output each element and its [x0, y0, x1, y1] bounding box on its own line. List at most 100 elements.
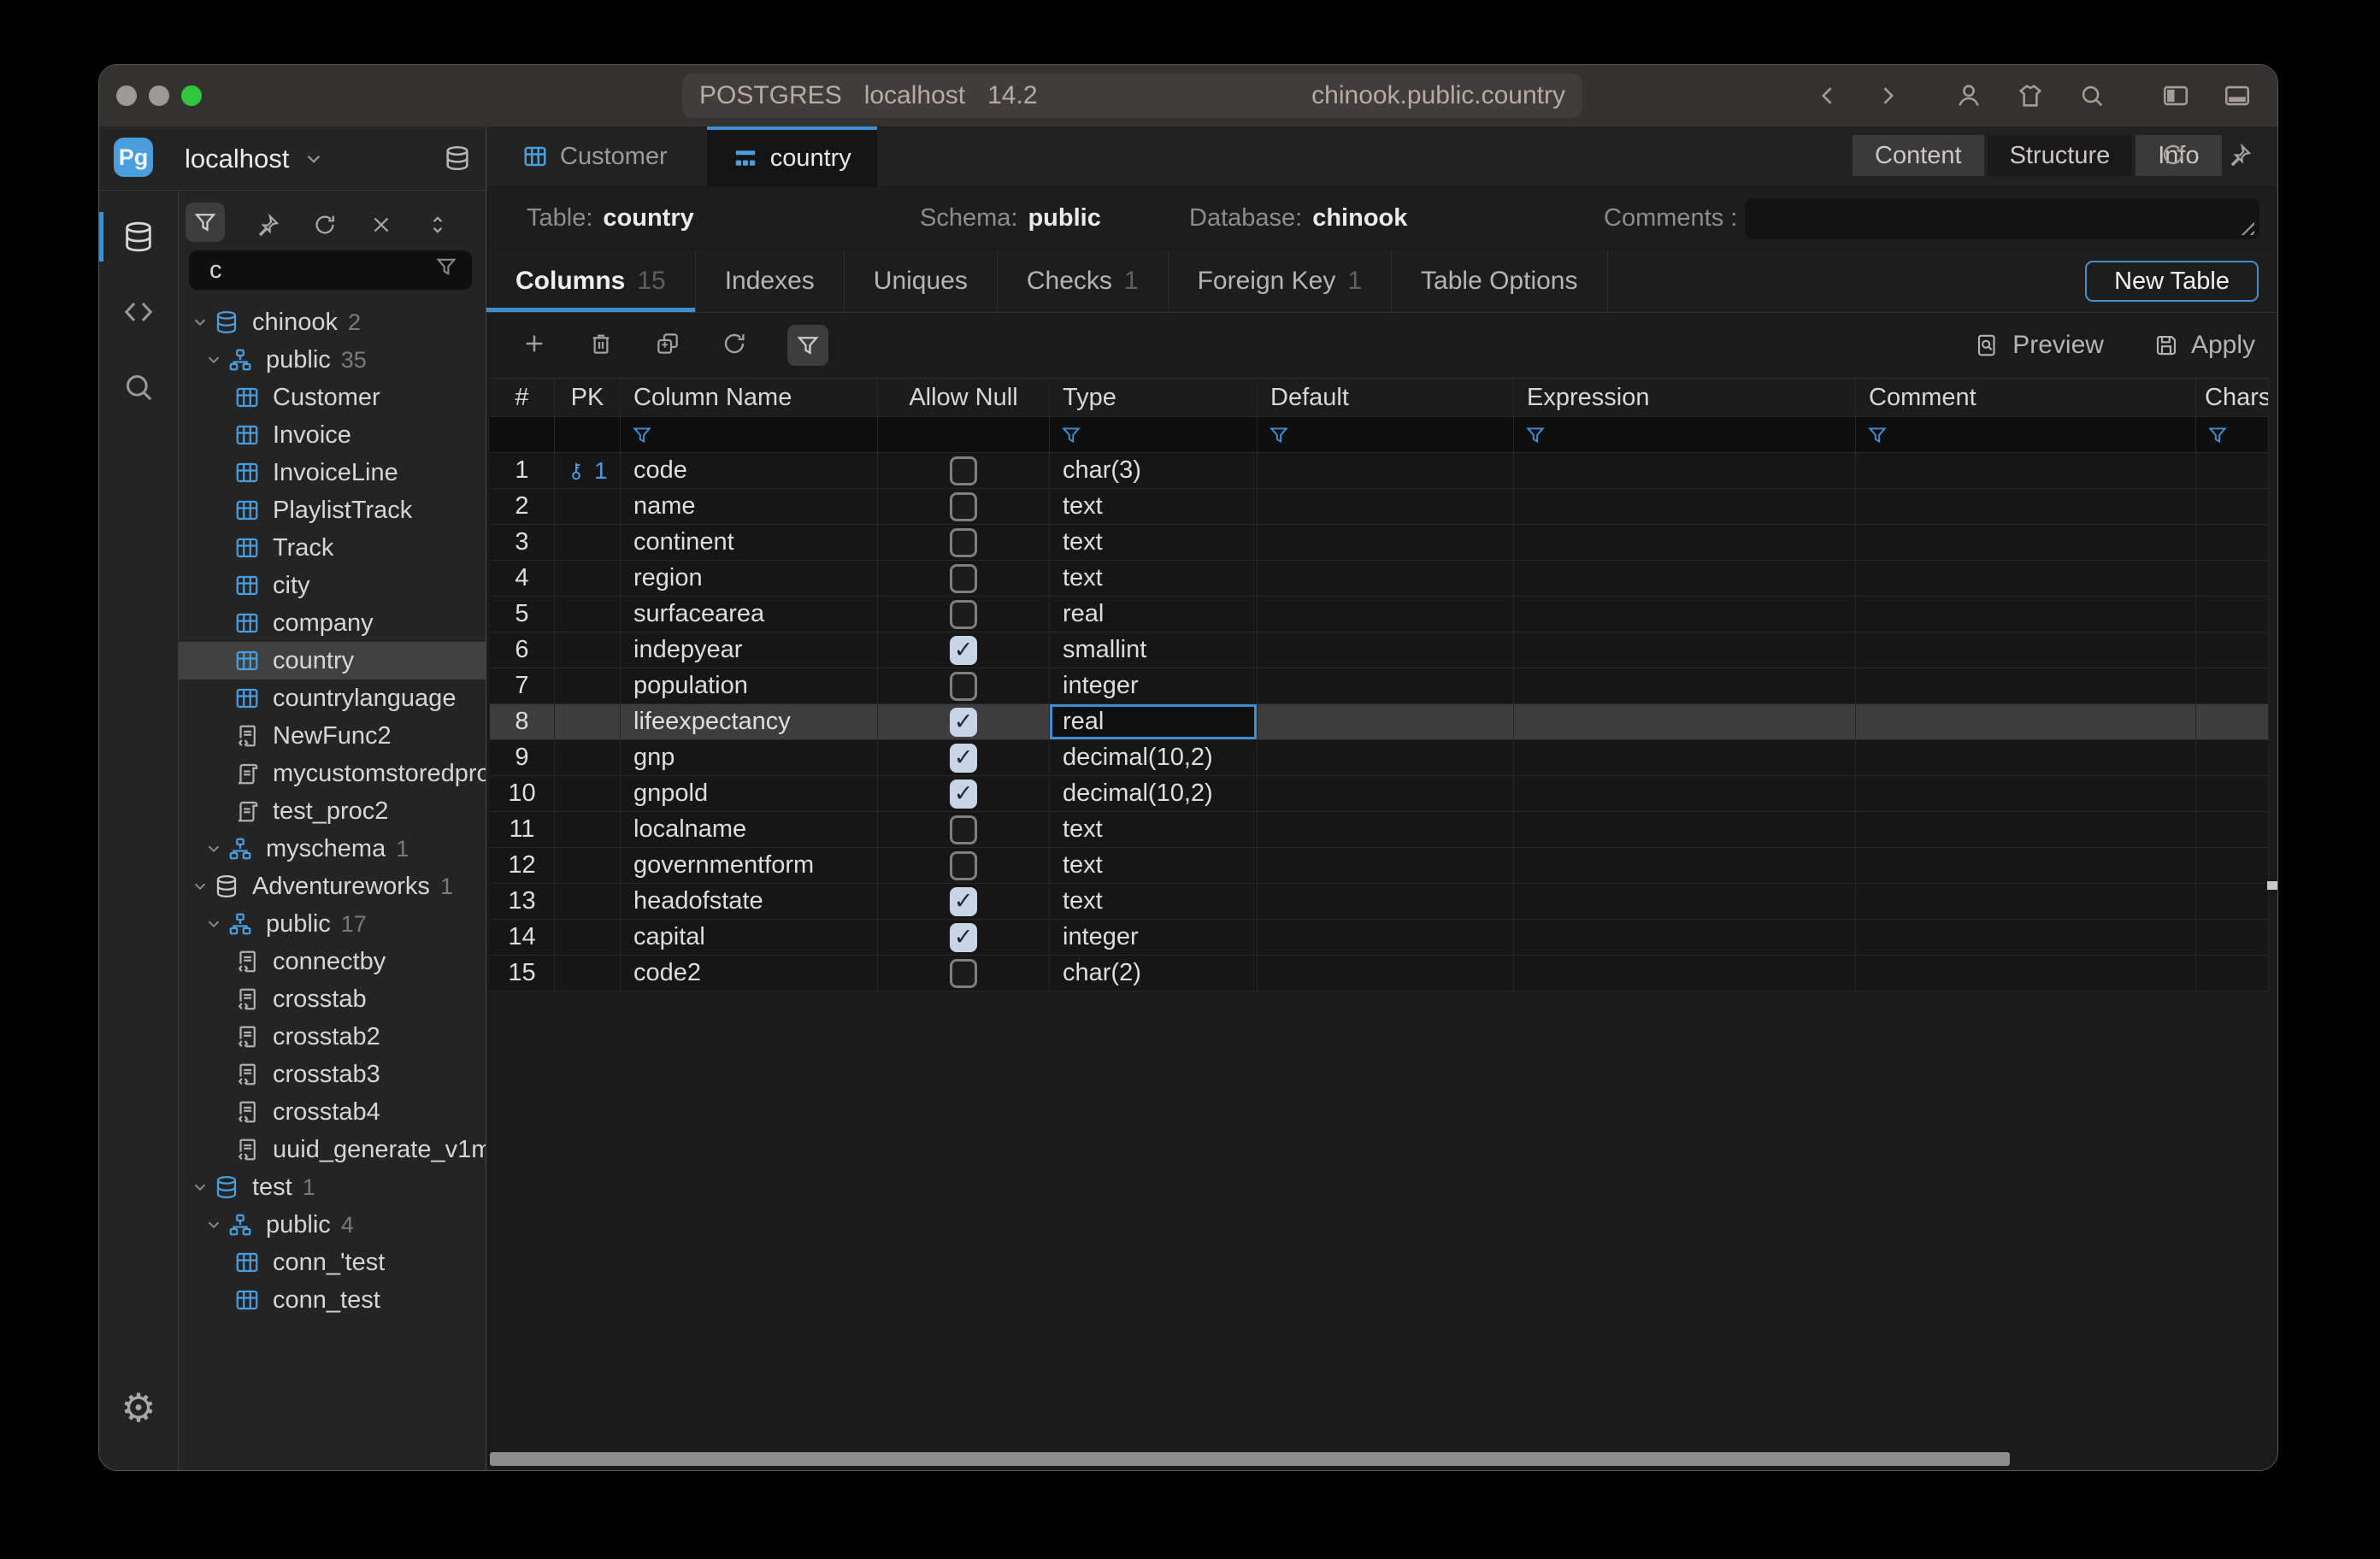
expression-cell[interactable] — [1514, 920, 1856, 956]
pk-cell[interactable] — [555, 848, 621, 884]
tree-item-track[interactable]: Track — [179, 529, 486, 567]
default-cell[interactable] — [1258, 597, 1514, 632]
comment-cell[interactable] — [1856, 632, 2196, 668]
type-cell[interactable]: char(2) — [1050, 956, 1258, 991]
comment-cell[interactable] — [1856, 453, 2196, 489]
tab-foreign-key[interactable]: Foreign Key1 — [1169, 250, 1392, 312]
allow-null-cell[interactable] — [878, 561, 1050, 597]
default-cell[interactable] — [1258, 740, 1514, 776]
tree-filter-icon[interactable] — [186, 203, 225, 242]
default-cell[interactable] — [1258, 668, 1514, 704]
default-cell[interactable] — [1258, 920, 1514, 956]
tab-checks[interactable]: Checks1 — [998, 250, 1169, 312]
column-name-cell[interactable]: localname — [621, 812, 878, 848]
column-name-cell[interactable]: governmentform — [621, 848, 878, 884]
tab-customer[interactable]: Customer — [497, 126, 693, 186]
tree-item-public[interactable]: public17 — [179, 905, 486, 943]
expression-cell[interactable] — [1514, 632, 1856, 668]
toggle-bottom-panel-icon[interactable] — [2223, 81, 2252, 110]
type-cell[interactable]: decimal(10,2) — [1050, 776, 1258, 812]
type-cell[interactable]: char(3) — [1050, 453, 1258, 489]
allow-null-cell[interactable] — [878, 776, 1050, 812]
view-content-button[interactable]: Content — [1853, 135, 1984, 176]
pin-icon[interactable] — [2228, 142, 2253, 172]
expression-cell[interactable] — [1514, 453, 1856, 489]
header-comment[interactable]: Comment — [1856, 379, 2196, 417]
filter-cell[interactable] — [1514, 417, 1856, 453]
add-column-icon[interactable] — [521, 330, 548, 362]
default-cell[interactable] — [1258, 956, 1514, 991]
tree-collapse-icon[interactable] — [368, 212, 394, 242]
column-name-cell[interactable]: code — [621, 453, 878, 489]
tree-item-countrylanguage[interactable]: countrylanguage — [179, 679, 486, 717]
tree-item-crosstab3[interactable]: crosstab3 — [179, 1056, 486, 1093]
pk-cell[interactable]: 1 — [555, 453, 621, 489]
allow-null-cell[interactable] — [878, 848, 1050, 884]
connection-switcher[interactable]: localhost — [185, 126, 325, 191]
tree-item-invoiceline[interactable]: InvoiceLine — [179, 454, 486, 491]
tree-pin-icon[interactable] — [256, 212, 281, 242]
header-pk[interactable]: PK — [555, 379, 621, 417]
chevron-down-icon[interactable] — [187, 877, 213, 896]
charset-cell[interactable] — [2196, 848, 2269, 884]
tab-uniques[interactable]: Uniques — [845, 250, 998, 312]
header-allow-null[interactable]: Allow Null — [878, 379, 1050, 417]
type-cell[interactable]: smallint — [1050, 632, 1258, 668]
new-table-button[interactable]: New Table — [2085, 261, 2259, 302]
column-name-cell[interactable]: population — [621, 668, 878, 704]
minimize-button[interactable] — [149, 85, 169, 106]
expression-cell[interactable] — [1514, 561, 1856, 597]
allow-null-checkbox[interactable] — [950, 887, 977, 916]
tree-item-playlisttrack[interactable]: PlaylistTrack — [179, 491, 486, 529]
charset-cell[interactable] — [2196, 525, 2269, 561]
charset-cell[interactable] — [2196, 956, 2269, 991]
charset-cell[interactable] — [2196, 704, 2269, 740]
view-structure-button[interactable]: Structure — [1988, 135, 2133, 176]
pk-cell[interactable] — [555, 525, 621, 561]
comment-cell[interactable] — [1856, 525, 2196, 561]
preview-button[interactable]: Preview — [1975, 331, 2104, 360]
allow-null-cell[interactable] — [878, 597, 1050, 632]
header-num[interactable]: # — [490, 379, 555, 417]
column-name-cell[interactable]: gnpold — [621, 776, 878, 812]
comment-cell[interactable] — [1856, 597, 2196, 632]
zoom-button[interactable] — [181, 85, 202, 106]
settings-gear-icon[interactable]: ⚙ — [121, 1388, 156, 1427]
expression-cell[interactable] — [1514, 884, 1856, 920]
type-cell[interactable]: text — [1050, 525, 1258, 561]
charset-cell[interactable] — [2196, 597, 2269, 632]
tab-indexes[interactable]: Indexes — [696, 250, 845, 312]
tree-sort-icon[interactable] — [425, 212, 451, 242]
charset-cell[interactable] — [2196, 668, 2269, 704]
allow-null-checkbox[interactable] — [950, 708, 977, 737]
allow-null-cell[interactable] — [878, 632, 1050, 668]
delete-column-icon[interactable] — [587, 330, 615, 362]
column-name-cell[interactable]: capital — [621, 920, 878, 956]
rail-databases-icon[interactable] — [99, 199, 178, 274]
column-name-cell[interactable]: code2 — [621, 956, 878, 991]
comments-input[interactable] — [1745, 198, 2259, 239]
chevron-down-icon[interactable] — [187, 1178, 213, 1197]
header-column-name[interactable]: Column Name — [621, 379, 878, 417]
filter-cell[interactable] — [621, 417, 878, 453]
allow-null-checkbox[interactable] — [950, 492, 977, 521]
allow-null-cell[interactable] — [878, 956, 1050, 991]
database-stack-icon[interactable] — [443, 144, 472, 177]
tree-item-uuid-generate-v1mc[interactable]: uuid_generate_v1mc — [179, 1131, 486, 1168]
column-name-cell[interactable]: gnp — [621, 740, 878, 776]
allow-null-cell[interactable] — [878, 704, 1050, 740]
allow-null-checkbox[interactable] — [950, 672, 977, 701]
filter-cell[interactable] — [1050, 417, 1258, 453]
pk-cell[interactable] — [555, 884, 621, 920]
allow-null-checkbox[interactable] — [950, 528, 977, 557]
expression-cell[interactable] — [1514, 956, 1856, 991]
tree-item-crosstab4[interactable]: crosstab4 — [179, 1093, 486, 1131]
default-cell[interactable] — [1258, 848, 1514, 884]
expression-cell[interactable] — [1514, 668, 1856, 704]
apply-button[interactable]: Apply — [2153, 331, 2255, 360]
allow-null-cell[interactable] — [878, 740, 1050, 776]
header-default[interactable]: Default — [1258, 379, 1514, 417]
tree-item-invoice[interactable]: Invoice — [179, 416, 486, 454]
charset-cell[interactable] — [2196, 489, 2269, 525]
type-cell[interactable]: real — [1050, 597, 1258, 632]
